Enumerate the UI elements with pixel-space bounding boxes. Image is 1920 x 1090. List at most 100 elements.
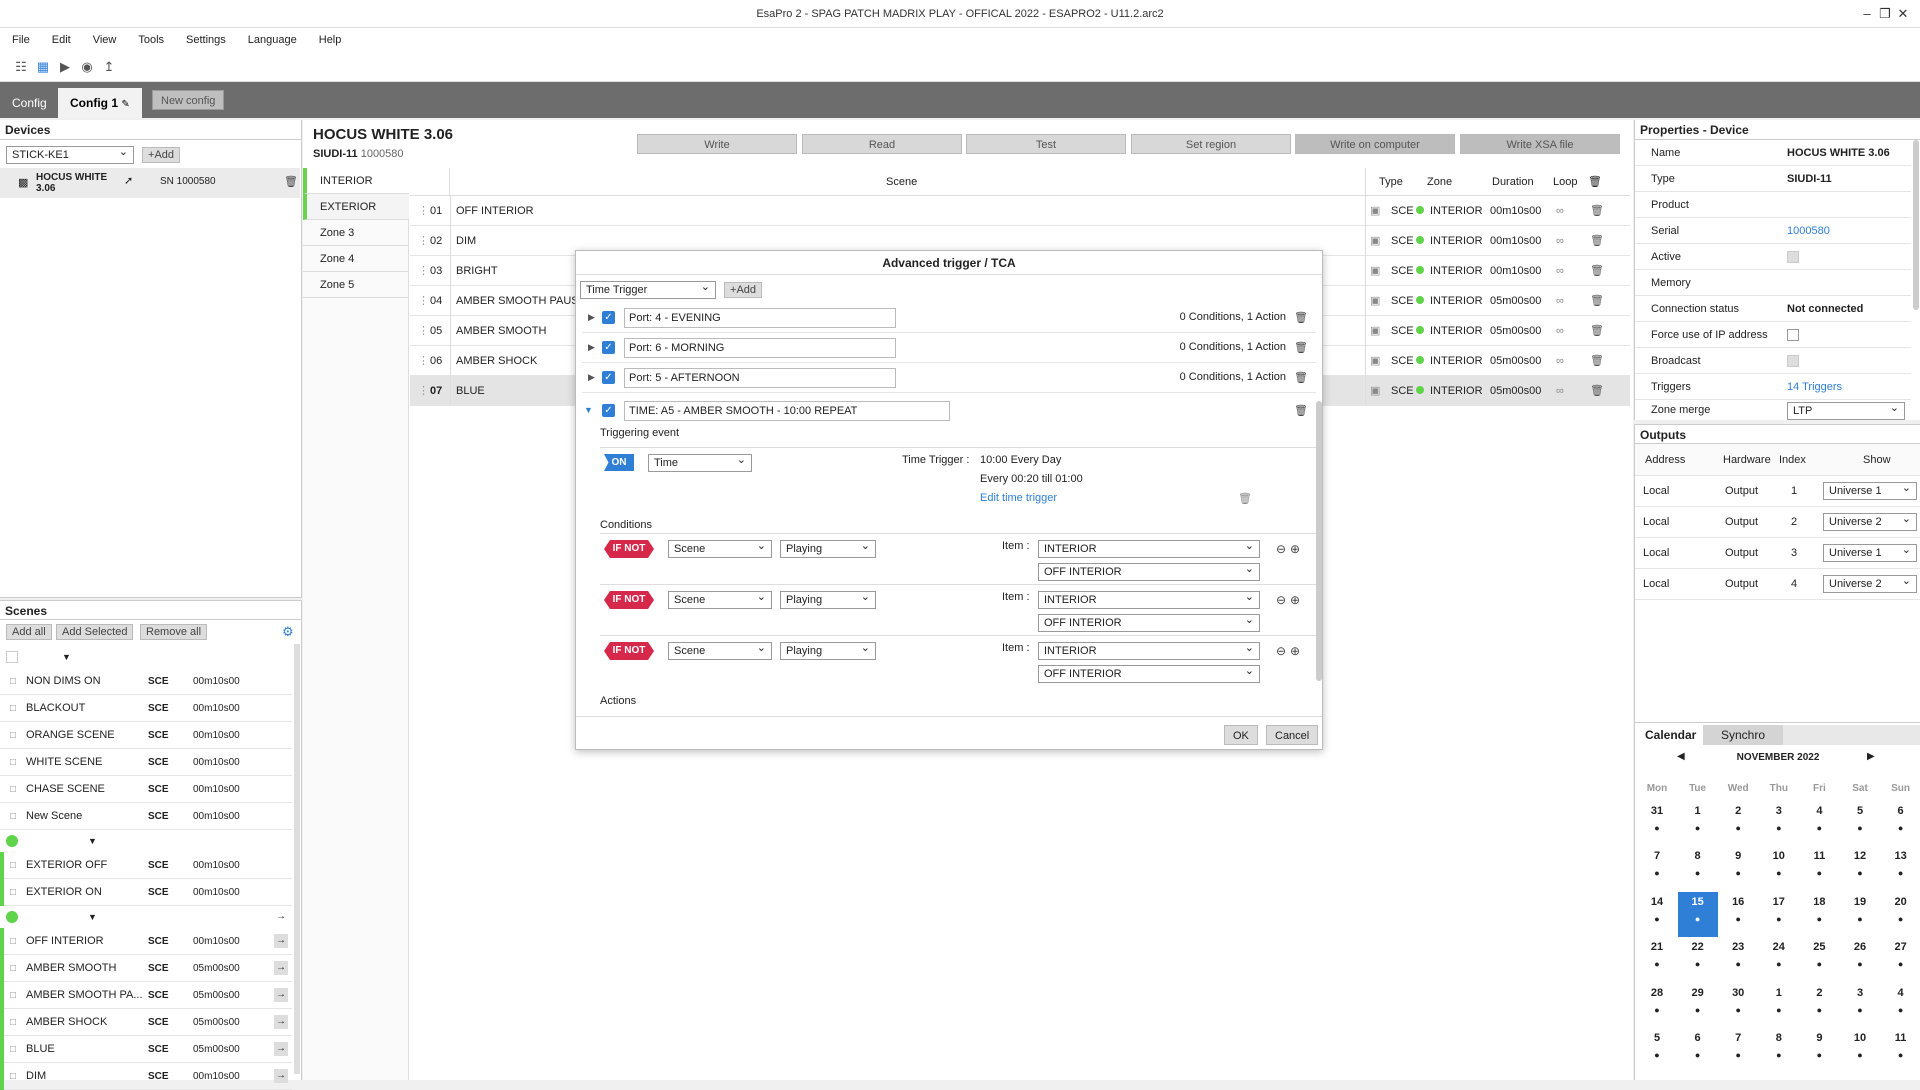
calendar-day[interactable]: 13 ● <box>1881 846 1920 891</box>
edit-time-trigger-link[interactable]: Edit time trigger <box>980 492 1057 504</box>
item-scene-select[interactable]: OFF INTERIOR <box>1038 561 1260 581</box>
trash-icon[interactable]: 🗑 <box>1590 376 1604 406</box>
scene-list-item[interactable]: □ EXTERIOR ON SCE 00m10s00 <box>0 879 292 906</box>
zone-4[interactable]: Zone 4 <box>303 246 409 272</box>
calendar-day[interactable]: 11 ● <box>1799 846 1839 891</box>
settings-icon[interactable]: ⚙ <box>282 624 294 640</box>
add-condition-icon[interactable]: ⊕ <box>1290 542 1300 556</box>
arrow-right-icon[interactable]: → <box>274 961 288 975</box>
zone-merge-select[interactable]: LTP <box>1787 400 1905 420</box>
calendar-day[interactable]: 21 ● <box>1637 937 1677 982</box>
if-not-badge[interactable]: IF NOT <box>604 540 654 558</box>
condition-type-select[interactable]: Scene <box>668 640 772 660</box>
device-row[interactable]: ▩ HOCUS WHITE 3.06 ➚ SN 1000580 🗑 <box>0 168 300 198</box>
calendar-day[interactable]: 29 ● <box>1678 983 1718 1028</box>
scene-list-item[interactable]: □ WHITE SCENE SCE 00m10s00 <box>0 749 292 776</box>
add-selected-button[interactable]: Add Selected <box>56 624 134 640</box>
calendar-day[interactable]: 2 ● <box>1718 801 1758 846</box>
tab-config[interactable]: Config <box>0 88 59 118</box>
scene-list-item[interactable]: □ AMBER SMOOTH SCE 05m00s00 → <box>0 955 292 982</box>
loop-icon[interactable]: ∞ <box>1556 226 1564 256</box>
trash-icon[interactable]: 🗑 <box>1294 341 1308 354</box>
scene-list-item[interactable]: □ NON DIMS ON SCE 00m10s00 <box>0 668 292 695</box>
scene-list-item[interactable]: □ BLUE SCE 05m00s00 → <box>0 1036 292 1063</box>
trash-icon[interactable]: 🗑 <box>1294 404 1308 417</box>
zone-5[interactable]: Zone 5 <box>303 272 409 298</box>
cart-icon[interactable]: ☷ <box>10 52 32 82</box>
scene-list-item[interactable]: □ DIM SCE 00m10s00 → <box>0 1063 292 1090</box>
trigger-type-select[interactable]: Time Trigger <box>580 279 716 299</box>
loop-icon[interactable]: ∞ <box>1556 346 1564 376</box>
menu-file[interactable]: File <box>12 34 30 46</box>
add-condition-icon[interactable]: ⊕ <box>1290 644 1300 658</box>
trash-icon[interactable]: 🗑 <box>1590 256 1604 286</box>
calendar-day[interactable]: 16 ● <box>1718 892 1758 937</box>
calendar-day[interactable]: 10 ● <box>1759 846 1799 891</box>
next-month-icon[interactable]: ▶ <box>1867 751 1875 762</box>
calendar-day[interactable]: 27 ● <box>1881 937 1920 982</box>
scene-table-row[interactable]: ⋮ 01 OFF INTERIOR ▣ SCE INTERIOR 00m10s00 ∞ 🗑 <box>410 196 1630 226</box>
trash-icon[interactable]: 🗑 <box>1238 492 1252 505</box>
calendar-day[interactable]: 8 ● <box>1759 1028 1799 1073</box>
group-checkbox[interactable] <box>6 651 18 663</box>
menu-language[interactable]: Language <box>248 34 297 46</box>
save-icon[interactable]: ▦ <box>32 52 54 82</box>
item-zone-select[interactable]: INTERIOR <box>1038 538 1260 558</box>
output-row[interactable]: Local Output 2 Universe 2 <box>1635 507 1920 538</box>
universe-select[interactable]: Universe 2 <box>1823 573 1917 593</box>
chevron-down-icon[interactable]: ▼ <box>62 646 71 668</box>
menu-edit[interactable]: Edit <box>52 34 71 46</box>
calendar-day[interactable]: 30 ● <box>1718 983 1758 1028</box>
arrow-right-icon[interactable]: → <box>274 1069 288 1083</box>
minimize-icon[interactable]: – <box>1858 0 1876 28</box>
calendar-day[interactable]: 2 ● <box>1799 983 1839 1028</box>
write-xsa-button[interactable]: Write XSA file <box>1460 134 1620 154</box>
zone-3[interactable]: Zone 3 <box>303 220 409 246</box>
calendar-day[interactable]: 1 ● <box>1678 801 1718 846</box>
calendar-day[interactable]: 5 ● <box>1637 1028 1677 1073</box>
calendar-day[interactable]: 6 ● <box>1881 801 1920 846</box>
properties-scrollbar[interactable] <box>1913 140 1919 310</box>
if-not-badge[interactable]: IF NOT <box>604 642 654 660</box>
scenes-scrollbar[interactable] <box>294 644 300 1074</box>
calendar-day[interactable]: 11 ● <box>1881 1028 1920 1073</box>
edit-icon[interactable]: ✎ <box>121 99 129 110</box>
dialog-scrollbar[interactable] <box>1316 401 1322 681</box>
add-device-button[interactable]: +Add <box>142 147 181 163</box>
calendar-day[interactable]: 24 ● <box>1759 937 1799 982</box>
scene-group[interactable]: ▼ <box>0 830 292 852</box>
expand-icon[interactable]: ▶ <box>588 342 595 353</box>
calendar-day[interactable]: 31 ● <box>1637 801 1677 846</box>
remove-all-button[interactable]: Remove all <box>140 624 208 640</box>
arrow-right-icon[interactable]: → <box>276 906 286 928</box>
output-row[interactable]: Local Output 3 Universe 1 <box>1635 538 1920 569</box>
loop-icon[interactable]: ∞ <box>1556 376 1564 406</box>
calendar-day[interactable]: 4 ● <box>1799 801 1839 846</box>
scene-list-item[interactable]: □ AMBER SHOCK SCE 05m00s00 → <box>0 1009 292 1036</box>
calendar-day[interactable]: 26 ● <box>1840 937 1880 982</box>
test-button[interactable]: Test <box>966 134 1126 154</box>
calendar-day[interactable]: 3 ● <box>1759 801 1799 846</box>
menu-help[interactable]: Help <box>319 34 342 46</box>
force-ip-checkbox[interactable] <box>1787 329 1799 341</box>
calendar-day[interactable]: 9 ● <box>1799 1028 1839 1073</box>
ok-button[interactable]: OK <box>1224 725 1258 745</box>
calendar-day[interactable]: 1 ● <box>1759 983 1799 1028</box>
tab-config-1[interactable]: Config 1 ✎ <box>58 88 142 118</box>
globe-icon[interactable]: ◉ <box>76 52 98 82</box>
menu-view[interactable]: View <box>93 34 117 46</box>
play-icon[interactable]: ▶ <box>54 52 76 82</box>
arrow-right-icon[interactable]: → <box>274 934 288 948</box>
trash-icon[interactable]: 🗑 <box>1590 286 1604 316</box>
condition-type-select[interactable]: Scene <box>668 589 772 609</box>
scene-group[interactable]: ▼ → <box>0 906 292 928</box>
checkbox-icon[interactable]: ✓ <box>602 311 615 324</box>
arrow-right-icon[interactable]: → <box>274 988 288 1002</box>
remove-condition-icon[interactable]: ⊖ <box>1276 593 1286 607</box>
scene-group[interactable]: ▼ <box>0 646 292 668</box>
calendar-day[interactable]: 12 ● <box>1840 846 1880 891</box>
item-zone-select[interactable]: INTERIOR <box>1038 640 1260 660</box>
trash-icon[interactable]: 🗑 <box>1590 196 1604 226</box>
add-trigger-button[interactable]: +Add <box>724 282 763 298</box>
scene-list-item[interactable]: □ New Scene SCE 00m10s00 <box>0 803 292 830</box>
